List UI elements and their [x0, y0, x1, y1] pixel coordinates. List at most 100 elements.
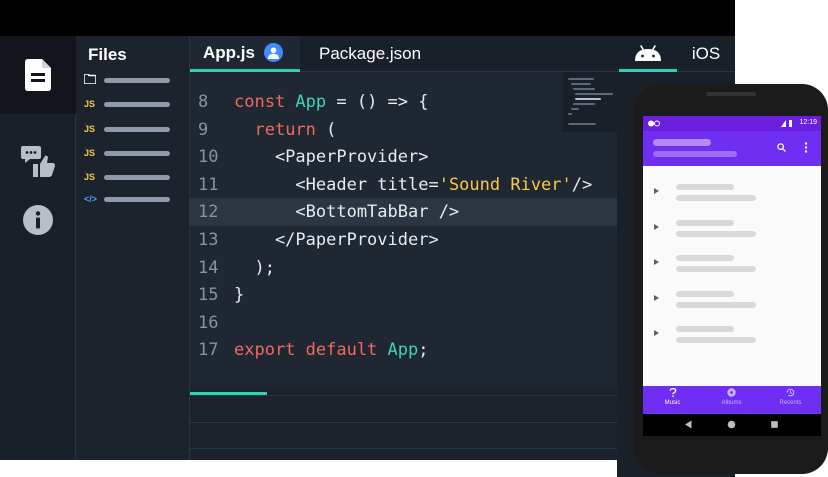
user-avatar-icon: [263, 43, 283, 62]
android-device-preview: 12:19 Music Albums Recents: [634, 84, 828, 474]
tab-recents-label: Recents: [779, 400, 802, 406]
line-number: 14: [198, 257, 219, 278]
file-item[interactable]: JS: [84, 123, 170, 135]
list-subtitle-placeholder: [676, 266, 756, 272]
app-title-placeholder: [653, 139, 711, 146]
code-line[interactable]: 15}: [190, 281, 617, 309]
notification-icons: [648, 120, 660, 127]
code-token: <PaperProvider>: [234, 147, 429, 168]
list-item[interactable]: [643, 286, 821, 322]
line-number: 15: [198, 285, 219, 306]
code-text: </PaperProvider>: [234, 226, 439, 254]
tab-music[interactable]: Music: [643, 387, 702, 414]
editor-window: Files JS JS JS JS </> App.js Package.jso…: [0, 36, 735, 477]
code-token: <BottomTabBar />: [234, 202, 460, 223]
line-number: 16: [198, 312, 219, 333]
activity-files-button[interactable]: [0, 36, 76, 114]
list-title-placeholder: [676, 219, 734, 226]
list-title-placeholder: [676, 184, 734, 190]
file-item[interactable]: JS: [84, 171, 170, 183]
code-line[interactable]: 11 <Header title='Sound River'/>: [190, 171, 617, 199]
tab-albums[interactable]: Albums: [702, 388, 761, 414]
top-bar: [0, 0, 735, 36]
file-item[interactable]: [83, 73, 170, 86]
code-editor[interactable]: 8 const App = () => {9 return (10 <PaperP…: [190, 72, 617, 388]
line-number: 9: [198, 119, 209, 140]
code-line[interactable]: 12 <BottomTabBar />: [190, 198, 617, 227]
file-name-placeholder: [104, 174, 170, 180]
expand-arrow-icon: [654, 330, 659, 336]
tab-ios[interactable]: iOS: [677, 36, 735, 72]
list-title-placeholder: [676, 290, 734, 297]
question-icon: [669, 387, 676, 397]
phone-speaker: [706, 92, 756, 96]
js-file-icon: JS: [84, 99, 96, 109]
tab-label: Package.json: [319, 44, 422, 63]
code-line[interactable]: 8 const App = () => {: [190, 88, 617, 116]
tab-package-json[interactable]: Package.json: [306, 36, 421, 72]
code-token: <Header title=: [234, 174, 439, 195]
code-token: App: [295, 92, 327, 112]
line-number: 8: [198, 92, 209, 112]
list-item[interactable]: [643, 250, 821, 286]
code-text: <BottomTabBar />: [234, 198, 459, 226]
back-icon[interactable]: [684, 420, 693, 429]
recents-square-icon[interactable]: [770, 420, 779, 429]
expand-arrow-icon: [654, 188, 659, 194]
expand-arrow-icon: [654, 259, 659, 265]
info-icon: [23, 205, 53, 235]
file-item[interactable]: JS: [84, 98, 170, 110]
folder-icon: [83, 73, 102, 86]
history-icon: [786, 388, 795, 397]
code-text: }: [234, 281, 244, 309]
code-token: = () => {: [326, 92, 429, 112]
code-text: <PaperProvider>: [234, 143, 429, 171]
line-number: 17: [198, 340, 219, 361]
file-name-placeholder: [104, 77, 170, 83]
files-panel: Files JS JS JS JS </>: [76, 36, 190, 460]
tab-app-js[interactable]: App.js: [190, 36, 300, 72]
tab-android[interactable]: [619, 36, 677, 72]
home-icon[interactable]: [727, 420, 736, 429]
divider: [190, 448, 617, 449]
file-item[interactable]: JS: [84, 147, 170, 159]
file-icon: [25, 59, 51, 91]
js-file-icon: JS: [84, 172, 96, 182]
list-item[interactable]: [643, 321, 821, 357]
code-token: />: [571, 174, 593, 195]
tab-recents[interactable]: Recents: [761, 388, 820, 414]
minimap[interactable]: [562, 72, 617, 132]
line-number: 10: [198, 147, 219, 168]
more-vert-icon[interactable]: [804, 142, 808, 153]
code-token: </PaperProvider>: [234, 230, 439, 250]
divider: [190, 395, 617, 396]
list-subtitle-placeholder: [676, 337, 756, 343]
line-number: 13: [198, 230, 219, 250]
code-line[interactable]: 16: [190, 309, 617, 337]
code-line[interactable]: 17 export default App;: [190, 336, 617, 364]
search-icon[interactable]: [777, 143, 786, 152]
code-line[interactable]: 14 );: [190, 254, 617, 282]
code-token: 'Sound River': [438, 174, 572, 195]
code-line[interactable]: 10 <PaperProvider>: [190, 143, 617, 171]
file-name-placeholder: [104, 150, 170, 156]
list-item[interactable]: [643, 179, 821, 215]
line-number: 12: [198, 202, 219, 223]
file-item[interactable]: </>: [84, 193, 170, 205]
tab-music-label: Music: [664, 400, 681, 406]
snack-feedback-icon: [21, 146, 55, 177]
device-screen[interactable]: 12:19 Music Albums Recents: [643, 116, 821, 436]
tab-label: App.js: [203, 42, 255, 62]
expand-arrow-icon: [654, 223, 659, 230]
tab-strip: App.js Package.json iOS: [190, 36, 735, 72]
code-line[interactable]: 9 return (: [190, 116, 617, 144]
tab-albums-label: Albums: [721, 400, 742, 406]
files-title: Files: [88, 45, 127, 64]
code-line[interactable]: 13 </PaperProvider>: [190, 226, 617, 254]
js-file-icon: JS: [84, 148, 96, 158]
activity-info-button[interactable]: [0, 188, 76, 252]
code-token: );: [234, 257, 275, 278]
list-title-placeholder: [676, 326, 734, 332]
list-item[interactable]: [643, 215, 821, 251]
